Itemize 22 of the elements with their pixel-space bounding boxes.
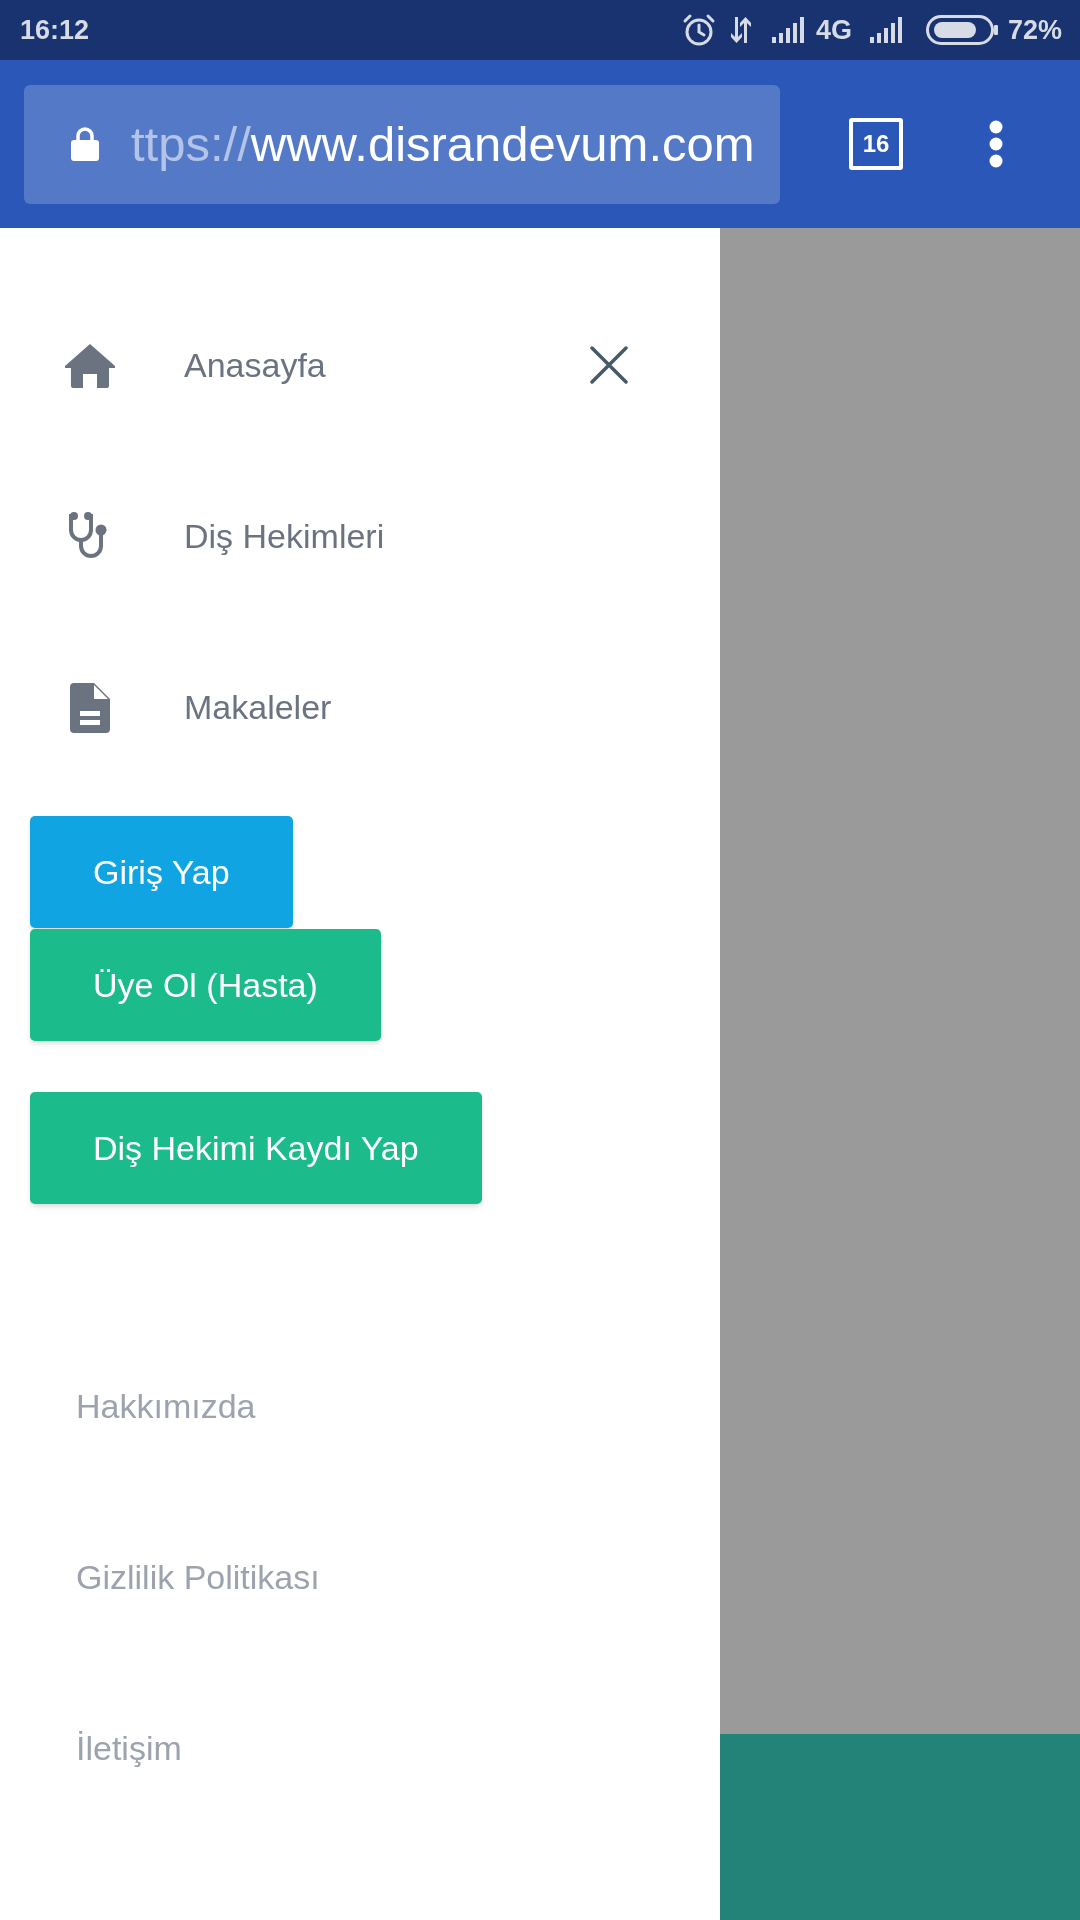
more-options-icon[interactable]: [989, 120, 1003, 168]
nav-link[interactable]: Anasayfa: [65, 340, 326, 391]
action-button[interactable]: Diş Hekimi Kaydı Yap: [30, 1092, 482, 1204]
action-button[interactable]: Giriş Yap: [30, 816, 293, 928]
url-text: ttps://www.disrandevum.com: [131, 119, 755, 169]
nav-link[interactable]: Makaleler: [65, 682, 332, 733]
battery-icon: [925, 15, 998, 45]
footer-link[interactable]: İletişim: [76, 1723, 182, 1774]
lock-icon: [71, 127, 99, 161]
alarm-clock-icon: [681, 13, 716, 47]
action-button[interactable]: Üye Ol (Hasta): [30, 929, 381, 1041]
close-icon[interactable]: [590, 346, 628, 384]
document-icon: [70, 682, 110, 733]
nav-link[interactable]: Diş Hekimleri: [65, 511, 385, 562]
battery-percent: 72%: [1007, 13, 1062, 47]
network-type: 4G: [815, 13, 852, 47]
footer-link[interactable]: Gizlilik Politikası: [76, 1552, 320, 1603]
tab-switcher-button[interactable]: 16: [849, 118, 903, 170]
footer-link[interactable]: Hakkımızda: [76, 1381, 256, 1432]
home-icon: [65, 343, 115, 388]
url-field[interactable]: ttps://www.disrandevum.com: [24, 84, 780, 204]
status-time: 16:12: [20, 13, 90, 47]
